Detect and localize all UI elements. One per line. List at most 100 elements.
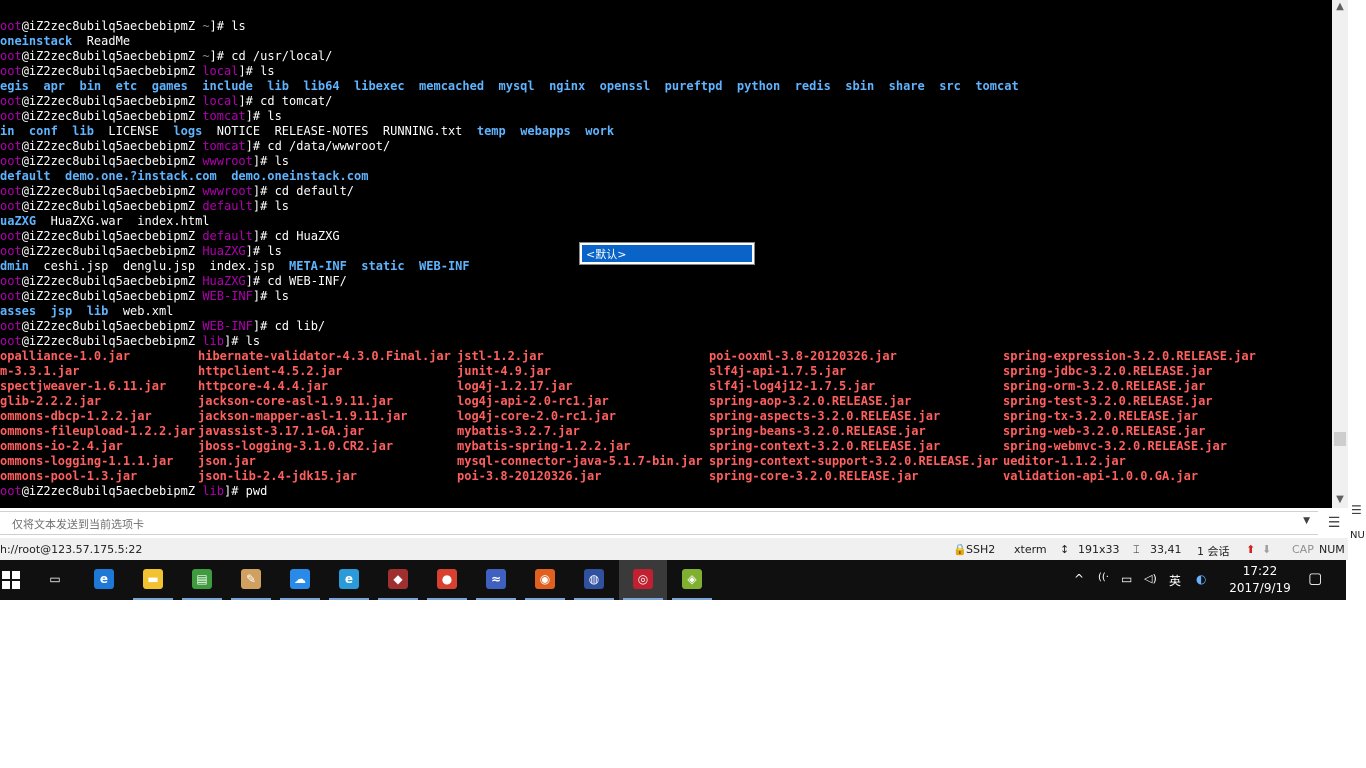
taskbar-app[interactable]: ✎ <box>227 560 275 600</box>
status-bar: h://root@123.57.175.5:22 🔒 SSH2 xterm ↕ … <box>0 538 1348 560</box>
menu-icon[interactable]: ☰ <box>1322 512 1346 534</box>
jar-file-entry: mysql-connector-java-5.1.7-bin.jar <box>457 454 703 468</box>
terminal-text-segment: @iZ2zec8ubilq5aecbebipmZ <box>21 484 203 498</box>
terminal-text-segment: wwwroot <box>202 184 253 198</box>
taskbar-app[interactable]: ▭ <box>31 560 79 600</box>
jar-file-entry: ommons-fileupload-1.2.2.jar <box>0 424 196 438</box>
jar-file-entry: junit-4.9.jar <box>457 364 551 378</box>
terminal-text-segment: oot <box>0 94 22 108</box>
terminal-text-segment: @iZ2zec8ubilq5aecbebipmZ <box>21 334 203 348</box>
jar-file-entry: spring-beans-3.2.0.RELEASE.jar <box>709 424 926 438</box>
terminal-text-segment: @iZ2zec8ubilq5aecbebipmZ <box>21 154 203 168</box>
taskbar-app[interactable]: ◍ <box>570 560 618 600</box>
input-method-label[interactable]: 英 <box>1169 572 1181 589</box>
terminal-text-segment: WEB-INF <box>202 319 253 333</box>
cursor-icon: ⌶ <box>1133 543 1140 556</box>
battery-icon[interactable]: ▭ <box>1121 572 1132 586</box>
wifi-icon[interactable]: ((· <box>1098 572 1109 583</box>
start-button[interactable] <box>0 560 34 600</box>
terminal-text-segment: default <box>202 199 253 213</box>
terminal-text-segment: wwwroot <box>202 154 253 168</box>
terminal-line: oot@iZ2zec8ubilq5aecbebipmZ lib]# pwd <box>0 484 267 499</box>
scroll-down-icon[interactable]: ▼ <box>1332 493 1348 507</box>
ime-candidate-box[interactable]: <默认> <box>579 242 755 265</box>
right-edge-panel: ☰ NU <box>1348 0 1366 560</box>
taskbar-app[interactable]: ◈ <box>668 560 716 600</box>
taskbar-app[interactable]: ◆ <box>374 560 422 600</box>
taskbar-app[interactable]: ☁ <box>276 560 324 600</box>
jar-file-entry: ommons-dbcp-1.2.2.jar <box>0 409 152 423</box>
security-icon[interactable]: ◐ <box>1196 572 1206 586</box>
chevron-down-icon[interactable]: ▼ <box>1303 516 1310 526</box>
send-text-input[interactable]: 仅将文本发送到当前选项卡 <box>12 516 144 532</box>
terminal-text-segment: oot <box>0 49 22 63</box>
terminal-text-segment: @iZ2zec8ubilq5aecbebipmZ <box>21 94 203 108</box>
terminal-text-segment: ]# ls <box>209 19 246 33</box>
terminal-text-segment: @iZ2zec8ubilq5aecbebipmZ <box>21 64 203 78</box>
terminal-text-segment: @iZ2zec8ubilq5aecbebipmZ <box>21 319 203 333</box>
terminal-text-segment: ]# cd default/ <box>252 184 355 198</box>
terminal-text-segment: ~ <box>202 19 210 33</box>
terminal-text-segment: oot <box>0 274 22 288</box>
taskbar-app[interactable]: ● <box>423 560 471 600</box>
terminal-text-segment: ]# ls <box>252 199 290 213</box>
ie-icon: e <box>339 569 359 589</box>
jar-file-entry: mybatis-3.2.7.jar <box>457 424 580 438</box>
jar-file-entry: log4j-core-2.0-rc1.jar <box>457 409 616 423</box>
terminal-text-segment: ]# ls <box>238 64 275 78</box>
jar-file-entry: ommons-pool-1.3.jar <box>0 469 138 483</box>
paint-icon: ✎ <box>241 569 261 589</box>
taskbar-app[interactable]: e <box>325 560 373 600</box>
taskbar-clock[interactable]: 17:22 2017/9/19 <box>1226 563 1294 597</box>
terminal-text-segment: @iZ2zec8ubilq5aecbebipmZ <box>21 139 203 153</box>
jar-file-entry: log4j-api-2.0-rc1.jar <box>457 394 609 408</box>
terminal-line: oneinstack ReadMe <box>0 34 130 49</box>
send-text-bar[interactable]: 仅将文本发送到当前选项卡 ▼ <box>0 511 1318 535</box>
xftp-icon: ◈ <box>682 569 702 589</box>
terminal-text-segment: local <box>202 94 239 108</box>
terminal-line: uaZXG HuaZXG.war index.html <box>0 214 210 229</box>
xshell-icon: ◎ <box>633 569 653 589</box>
resize-icon: ↕ <box>1060 543 1070 556</box>
taskbar-app[interactable]: ◉ <box>521 560 569 600</box>
show-desktop-strip[interactable] <box>1346 560 1366 600</box>
menu-icon-edge[interactable]: ☰ <box>1351 503 1362 517</box>
jar-file-entry: spring-web-3.2.0.RELEASE.jar <box>1003 424 1206 438</box>
firefox-icon: ◉ <box>535 569 555 589</box>
terminal-text-segment: tomcat <box>202 109 246 123</box>
terminal-scrollbar[interactable]: ▲ ▼ <box>1332 0 1348 508</box>
taskbar-app[interactable]: ≈ <box>472 560 520 600</box>
edge-icon: e <box>94 569 114 589</box>
cursor-position: 33,41 <box>1150 543 1182 556</box>
scroll-thumb[interactable] <box>1334 432 1346 446</box>
terminal-text-segment: oot <box>0 199 22 213</box>
jar-file-entry: poi-3.8-20120326.jar <box>457 469 602 483</box>
terminal-text-segment: default demo.one.?instack.com demo.onein… <box>0 169 369 183</box>
terminal-text-segment: ]# ls <box>252 154 290 168</box>
terminal-text-segment: @iZ2zec8ubilq5aecbebipmZ <box>21 109 203 123</box>
taskbar-app[interactable]: ▤ <box>178 560 226 600</box>
terminal-line: oot@iZ2zec8ubilq5aecbebipmZ local]# cd t… <box>0 94 332 109</box>
jar-file-entry: glib-2.2.2.jar <box>0 394 102 408</box>
terminal-text-segment: ]# cd /data/wwwroot/ <box>245 139 391 153</box>
terminal-text-segment: temp webapps work <box>476 124 615 138</box>
terminal-text-segment: ]# cd /usr/local/ <box>209 49 333 63</box>
taskbar-app[interactable]: ▬ <box>129 560 177 600</box>
windows-logo-icon <box>2 571 20 589</box>
terminal-text-segment: ]# ls <box>245 109 282 123</box>
terminal-text-segment: in conf lib <box>0 124 109 138</box>
terminal-text-segment: ]# ls <box>224 334 261 348</box>
taskbar-app[interactable]: e <box>80 560 128 600</box>
terminal-text-segment: @iZ2zec8ubilq5aecbebipmZ <box>21 49 203 63</box>
terminal-text-segment: ]# ls <box>252 289 290 303</box>
terminal-text-segment: uaZXG <box>0 214 37 228</box>
volume-icon[interactable]: ◁) <box>1144 572 1157 585</box>
terminal-text-segment: oot <box>0 244 22 258</box>
jar-file-entry: httpclient-4.5.2.jar <box>198 364 343 378</box>
terminal-text-segment: @iZ2zec8ubilq5aecbebipmZ <box>21 244 203 258</box>
notification-icon[interactable]: ▢ <box>1308 569 1322 587</box>
tray-chevron-icon[interactable]: ^ <box>1074 572 1084 586</box>
scroll-up-icon[interactable]: ▲ <box>1332 0 1348 14</box>
taskbar-app[interactable]: ◎ <box>619 560 667 600</box>
jar-file-entry: jackson-mapper-asl-1.9.11.jar <box>198 409 408 423</box>
